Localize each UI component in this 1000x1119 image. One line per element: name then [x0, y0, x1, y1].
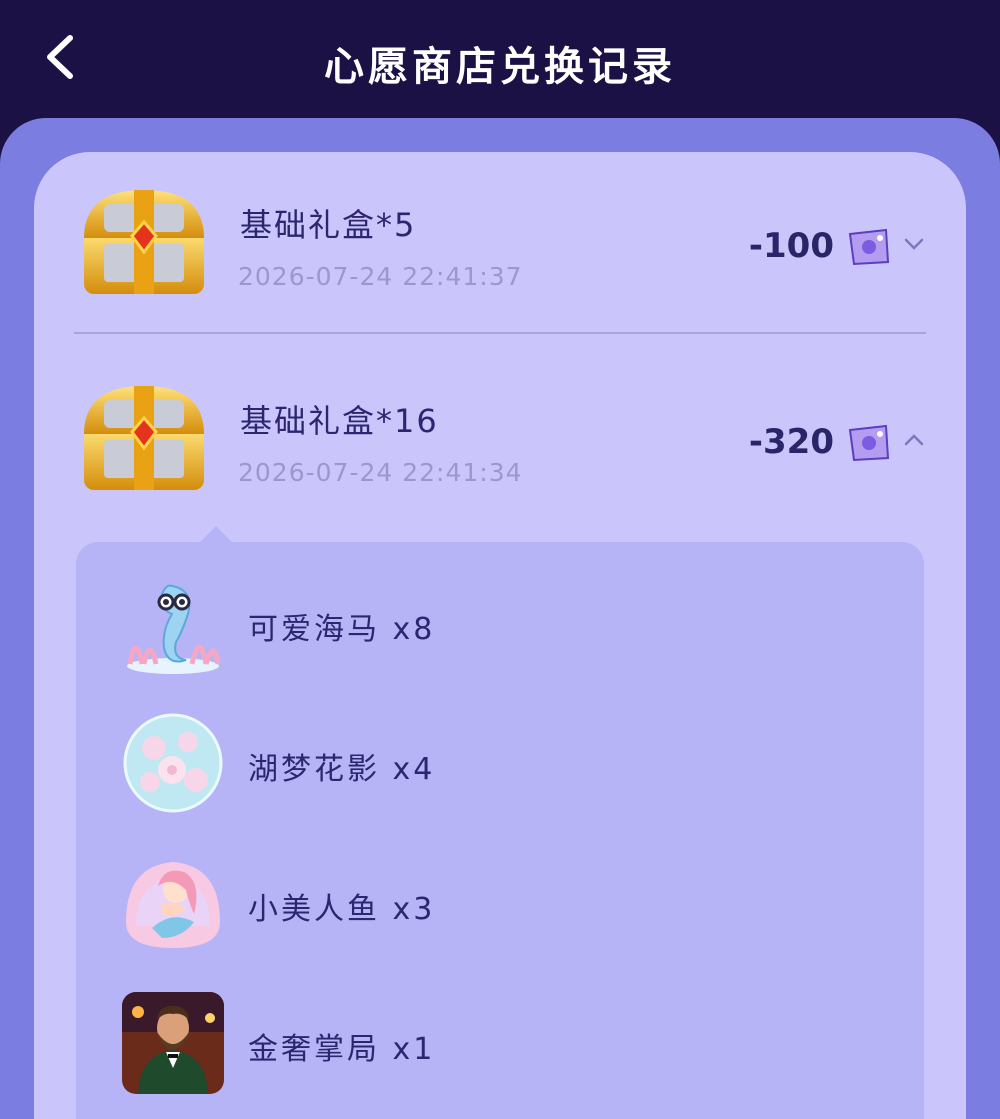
treasure-chest-icon [84, 386, 204, 490]
records-card: 基础礼盒*5 2026-07-24 22:41:37 -100 基础礼盒*16 … [34, 152, 966, 1119]
record-amount: -320 [748, 422, 834, 462]
purple-ticket-icon [848, 424, 890, 462]
treasure-chest-icon [84, 190, 204, 294]
record-name: 基础礼盒*16 [240, 402, 439, 440]
record-detail-panel: 可爱海马 x8 湖梦花影 x4 小美人鱼 x3 金奢掌局 x1 [76, 526, 924, 1119]
record-amount: -100 [748, 226, 834, 266]
item-label: 小美人鱼 x3 [248, 892, 436, 927]
chevron-down-icon[interactable] [902, 232, 926, 256]
list-item: 小美人鱼 x3 [76, 852, 924, 972]
flower-bubble-image [122, 712, 224, 814]
chevron-up-icon[interactable] [902, 428, 926, 452]
item-label: 金奢掌局 x1 [248, 1032, 436, 1067]
list-item: 金奢掌局 x1 [76, 992, 924, 1112]
top-bar: 心愿商店兑换记录 [0, 0, 1000, 118]
item-label: 湖梦花影 x4 [248, 752, 436, 787]
record-time: 2026-07-24 22:41:37 [238, 262, 523, 291]
record-row[interactable]: 基础礼盒*5 2026-07-24 22:41:37 -100 [34, 162, 966, 312]
mermaid-image [122, 852, 224, 954]
page-title: 心愿商店兑换记录 [324, 44, 676, 90]
item-label: 可爱海马 x8 [248, 612, 436, 647]
purple-ticket-icon [848, 228, 890, 266]
gentleman-image [122, 992, 224, 1094]
record-name: 基础礼盒*5 [240, 206, 417, 244]
record-row[interactable]: 基础礼盒*16 2026-07-24 22:41:34 -320 [34, 358, 966, 508]
record-time: 2026-07-24 22:41:34 [238, 458, 523, 487]
list-item: 湖梦花影 x4 [76, 712, 924, 832]
divider [74, 332, 926, 334]
seahorse-image [122, 572, 224, 674]
detail-pointer [200, 526, 232, 542]
list-item: 可爱海马 x8 [76, 572, 924, 692]
